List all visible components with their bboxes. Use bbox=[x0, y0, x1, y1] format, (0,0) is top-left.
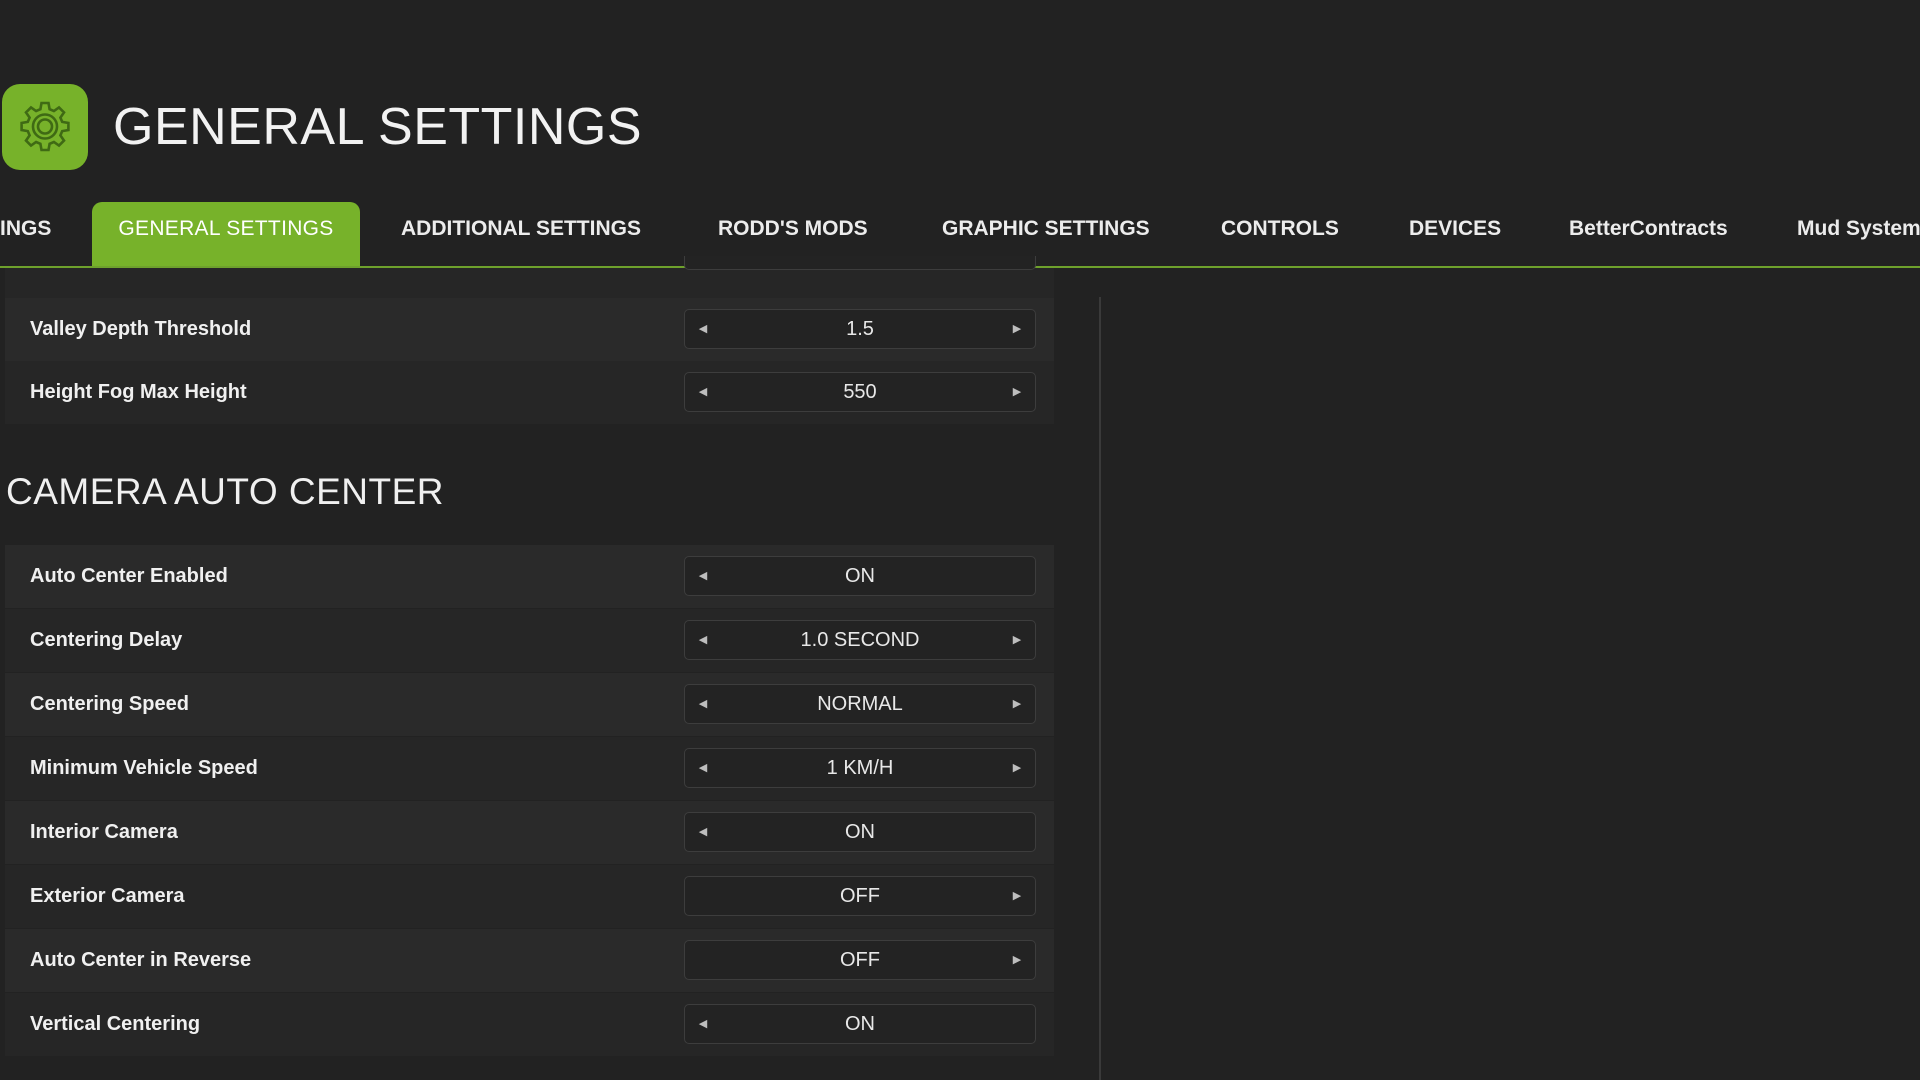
setting-label: Vertical Centering bbox=[30, 1013, 201, 1035]
arrow-right-icon[interactable]: ▶ bbox=[999, 685, 1035, 723]
tab-general-settings[interactable]: GENERAL SETTINGS bbox=[92, 202, 360, 266]
setting-row-height-fog-max-height: Height Fog Max Height ◀ 550 ▶ bbox=[5, 361, 1054, 424]
option-value: ON bbox=[845, 565, 875, 587]
option-value: 550 bbox=[843, 381, 877, 403]
setting-row-minimum-vehicle-speed: Minimum Vehicle Speed ◀ 1 KM/H ▶ bbox=[5, 737, 1054, 800]
arrow-left-icon[interactable]: ◀ bbox=[685, 621, 721, 659]
section-title-camera-auto-center: CAMERA AUTO CENTER bbox=[6, 471, 445, 512]
option-selector[interactable]: ◀ NORMAL ▶ bbox=[684, 684, 1036, 724]
arrow-right-icon[interactable]: ▶ bbox=[999, 621, 1035, 659]
clipped-option-selector[interactable] bbox=[684, 256, 1036, 270]
option-selector[interactable]: ◀ OFF ▶ bbox=[684, 876, 1036, 916]
option-value: 1.0 SECOND bbox=[800, 629, 920, 651]
setting-label: Minimum Vehicle Speed bbox=[30, 757, 258, 779]
setting-label: Valley Depth Threshold bbox=[30, 318, 252, 340]
page-title: GENERAL SETTINGS bbox=[113, 98, 643, 156]
setting-label: Interior Camera bbox=[30, 821, 178, 843]
option-value: 1.5 bbox=[846, 318, 874, 340]
setting-label: Height Fog Max Height bbox=[30, 381, 247, 403]
option-selector[interactable]: ◀ OFF ▶ bbox=[684, 940, 1036, 980]
gear-icon bbox=[2, 84, 88, 170]
tab-better-contracts[interactable]: BetterContracts bbox=[1569, 202, 1728, 266]
tab-previous-settings[interactable]: INGS bbox=[0, 202, 51, 266]
setting-row-interior-camera: Interior Camera ◀ ON ▶ bbox=[5, 801, 1054, 864]
arrow-left-icon[interactable]: ◀ bbox=[685, 749, 721, 787]
setting-row-vertical-centering: Vertical Centering ◀ ON ▶ bbox=[5, 993, 1054, 1056]
arrow-right-icon[interactable]: ▶ bbox=[999, 373, 1035, 411]
settings-list: Valley Depth Threshold ◀ 1.5 ▶ Height Fo… bbox=[0, 256, 1100, 1080]
arrow-left-icon[interactable]: ◀ bbox=[685, 557, 721, 595]
setting-label: Centering Delay bbox=[30, 629, 183, 651]
clipped-setting-row bbox=[5, 256, 1054, 298]
tab-mud-system[interactable]: Mud System bbox=[1797, 202, 1920, 266]
option-value: NORMAL bbox=[817, 693, 903, 715]
tab-controls[interactable]: CONTROLS bbox=[1221, 202, 1339, 266]
arrow-left-icon[interactable]: ◀ bbox=[685, 1005, 721, 1043]
option-value: OFF bbox=[840, 949, 880, 971]
arrow-left-icon[interactable]: ◀ bbox=[685, 373, 721, 411]
setting-row-valley-depth-threshold: Valley Depth Threshold ◀ 1.5 ▶ bbox=[5, 298, 1054, 361]
option-selector[interactable]: ◀ 1.5 ▶ bbox=[684, 309, 1036, 349]
setting-label: Auto Center in Reverse bbox=[30, 949, 252, 971]
page-header: GENERAL SETTINGS bbox=[0, 84, 642, 170]
setting-row-centering-speed: Centering Speed ◀ NORMAL ▶ bbox=[5, 673, 1054, 736]
option-value: OFF bbox=[840, 885, 880, 907]
option-value: 1 KM/H bbox=[826, 757, 894, 779]
arrow-left-icon[interactable]: ◀ bbox=[685, 685, 721, 723]
setting-label: Centering Speed bbox=[30, 693, 189, 715]
setting-row-auto-center-in-reverse: Auto Center in Reverse ◀ OFF ▶ bbox=[5, 929, 1054, 992]
arrow-left-icon[interactable]: ◀ bbox=[685, 310, 721, 348]
option-selector[interactable]: ◀ 1 KM/H ▶ bbox=[684, 748, 1036, 788]
option-selector[interactable]: ◀ ON ▶ bbox=[684, 1004, 1036, 1044]
arrow-right-icon[interactable]: ▶ bbox=[999, 749, 1035, 787]
setting-label: Auto Center Enabled bbox=[30, 565, 228, 587]
arrow-right-icon[interactable]: ▶ bbox=[999, 941, 1035, 979]
panel-divider bbox=[1099, 297, 1101, 1080]
arrow-right-icon[interactable]: ▶ bbox=[999, 310, 1035, 348]
option-value: ON bbox=[845, 821, 875, 843]
setting-label: Exterior Camera bbox=[30, 885, 185, 907]
arrow-right-icon[interactable]: ▶ bbox=[999, 877, 1035, 915]
settings-page: GENERAL SETTINGS INGS GENERAL SETTINGS A… bbox=[0, 0, 1920, 1080]
tab-additional-settings[interactable]: ADDITIONAL SETTINGS bbox=[401, 202, 641, 266]
arrow-left-icon[interactable]: ◀ bbox=[685, 813, 721, 851]
option-selector[interactable]: ◀ ON ▶ bbox=[684, 812, 1036, 852]
option-selector[interactable]: ◀ 1.0 SECOND ▶ bbox=[684, 620, 1036, 660]
option-selector[interactable]: ◀ 550 ▶ bbox=[684, 372, 1036, 412]
option-selector[interactable]: ◀ ON ▶ bbox=[684, 556, 1036, 596]
setting-row-exterior-camera: Exterior Camera ◀ OFF ▶ bbox=[5, 865, 1054, 928]
setting-row-centering-delay: Centering Delay ◀ 1.0 SECOND ▶ bbox=[5, 609, 1054, 672]
setting-row-auto-center-enabled: Auto Center Enabled ◀ ON ▶ bbox=[5, 545, 1054, 608]
tab-devices[interactable]: DEVICES bbox=[1409, 202, 1501, 266]
option-value: ON bbox=[845, 1013, 875, 1035]
